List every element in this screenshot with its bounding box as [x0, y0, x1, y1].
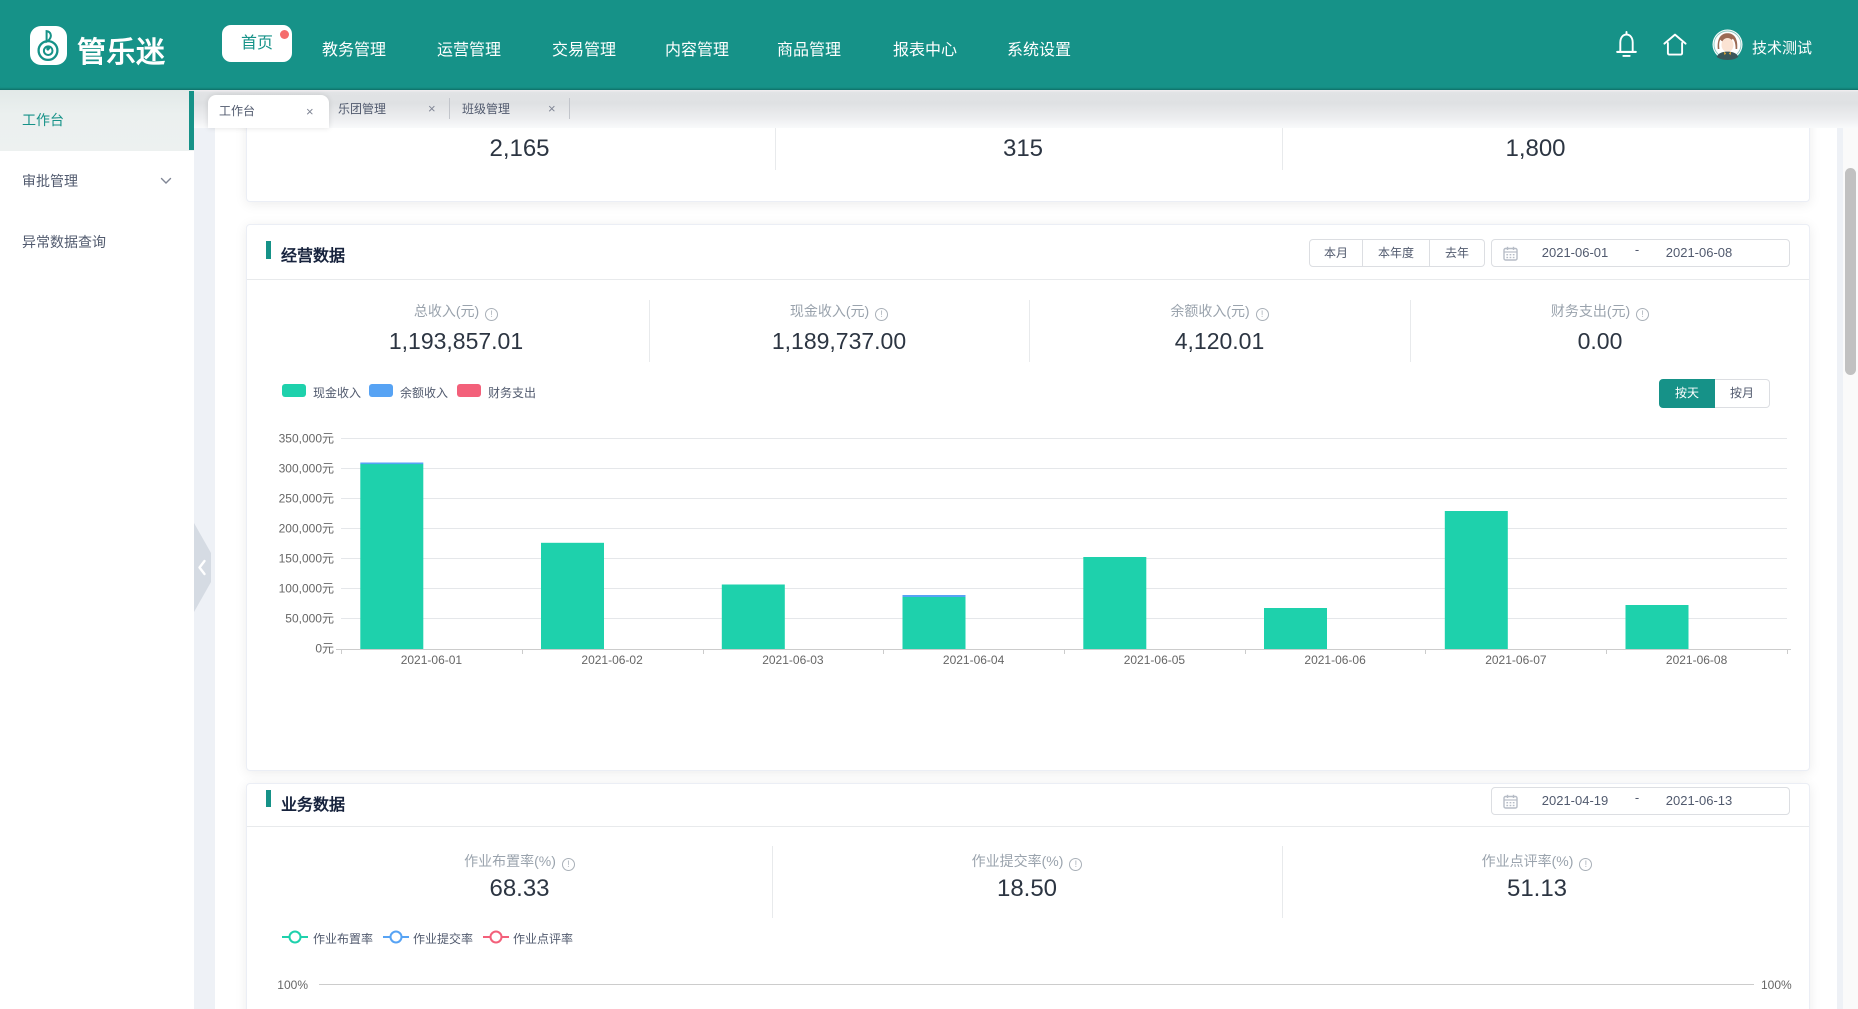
- svg-text:100,000元: 100,000元: [279, 582, 334, 596]
- svg-text:2021-06-05: 2021-06-05: [1124, 653, 1186, 667]
- svg-text:2021-06-01: 2021-06-01: [401, 653, 463, 667]
- svg-text:50,000元: 50,000元: [285, 612, 334, 626]
- svg-text:350,000元: 350,000元: [279, 432, 334, 446]
- svg-text:2021-06-08: 2021-06-08: [1666, 653, 1728, 667]
- svg-text:2021-06-04: 2021-06-04: [943, 653, 1005, 667]
- svg-text:2021-06-06: 2021-06-06: [1304, 653, 1366, 667]
- svg-text:2021-06-02: 2021-06-02: [581, 653, 643, 667]
- svg-text:250,000元: 250,000元: [279, 492, 334, 506]
- svg-text:2021-06-03: 2021-06-03: [762, 653, 824, 667]
- svg-text:2021-06-07: 2021-06-07: [1485, 653, 1547, 667]
- svg-text:200,000元: 200,000元: [279, 522, 334, 536]
- svg-text:0元: 0元: [315, 642, 334, 656]
- svg-text:150,000元: 150,000元: [279, 552, 334, 566]
- svg-text:300,000元: 300,000元: [279, 462, 334, 476]
